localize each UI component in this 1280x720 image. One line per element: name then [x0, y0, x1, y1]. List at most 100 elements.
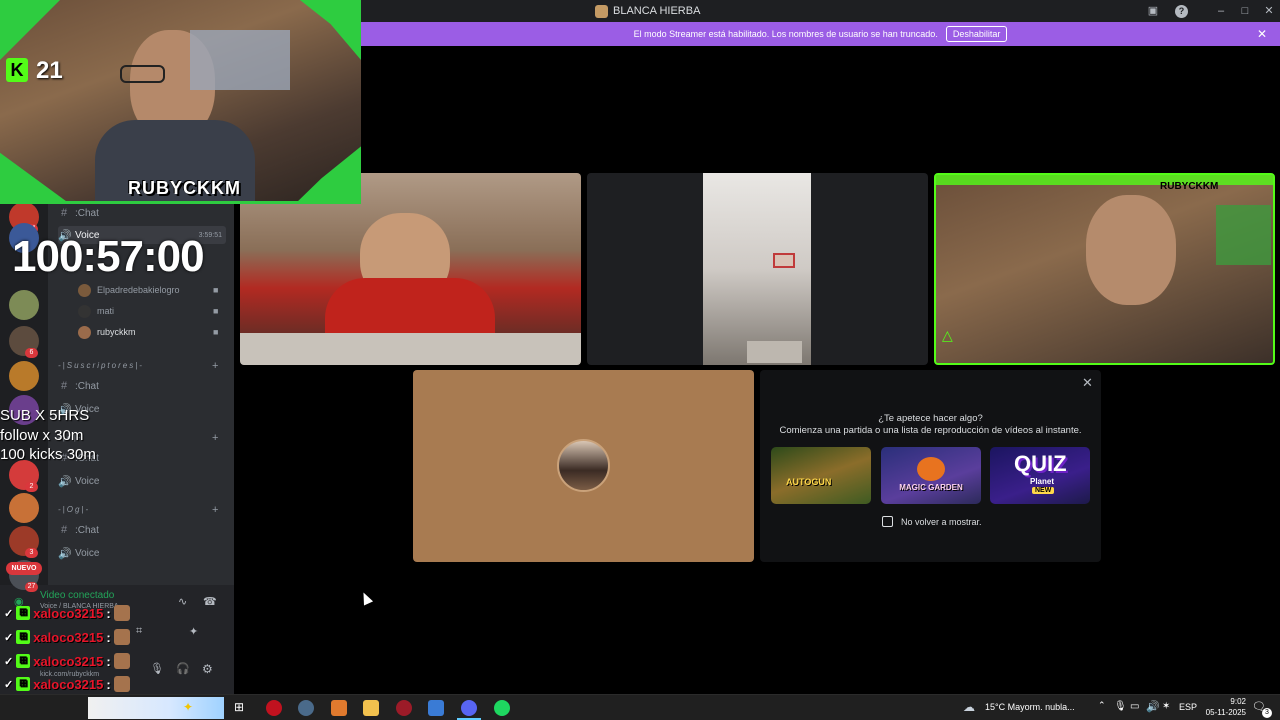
- kick-follower-count: 21: [36, 57, 63, 84]
- overlay-bar: [936, 175, 1273, 185]
- task-view-icon[interactable]: ⊞: [234, 700, 244, 714]
- voice-user[interactable]: Elpadredebakielogro: [78, 281, 180, 299]
- weather-text[interactable]: 15°C Mayorm. nubla...: [985, 702, 1075, 712]
- settings-icon[interactable]: ⚙: [202, 662, 213, 676]
- server-icon[interactable]: [9, 290, 39, 320]
- overlay-triangle-icon: △: [942, 327, 953, 343]
- noise-suppression-icon[interactable]: ∿: [178, 595, 187, 608]
- text-channel-icon: #: [60, 207, 68, 219]
- mouse-cursor-icon: [358, 590, 374, 606]
- notification-count: 3: [1262, 708, 1272, 718]
- game-title: MAGIC GARDEN: [899, 483, 963, 492]
- emote-icon: [113, 605, 130, 621]
- server-icon[interactable]: [9, 361, 39, 391]
- streamer-name-overlay: RUBYCKKM: [128, 178, 241, 198]
- voice-user-name: mati: [97, 306, 115, 316]
- pumpkin-shape: [917, 457, 945, 481]
- chevron-up-icon[interactable]: ⌃: [1098, 700, 1106, 711]
- store-icon[interactable]: [428, 700, 444, 716]
- game-quiz-planet[interactable]: QUIZ Planet NEW: [990, 447, 1090, 504]
- leaf-decoration: [295, 146, 361, 201]
- clock-time[interactable]: 9:02: [1200, 697, 1246, 706]
- volume-icon[interactable]: 🔊: [1146, 700, 1160, 713]
- voice-channel-icon: 🔊: [58, 475, 72, 488]
- voice-user-name: Elpadredebakielogro: [97, 285, 180, 295]
- activity-title: ¿Te apetece hacer algo?: [878, 413, 983, 424]
- channel-voice[interactable]: 🔊 Voice: [58, 472, 99, 490]
- camera-icon: ■: [213, 306, 219, 316]
- channel-chat[interactable]: # :Chat: [58, 377, 99, 395]
- video-tile-self[interactable]: [413, 370, 754, 562]
- new-badge: NUEVO: [6, 562, 42, 575]
- inbox-icon[interactable]: ▣: [1145, 3, 1161, 19]
- obs-icon[interactable]: [298, 700, 314, 716]
- file-explorer-icon[interactable]: [363, 700, 379, 716]
- clock-date[interactable]: 05-11-2025: [1195, 708, 1246, 717]
- app-icon[interactable]: [396, 700, 412, 716]
- notification-badge: 27: [25, 582, 38, 592]
- close-window-button[interactable]: ✕: [1261, 3, 1277, 19]
- game-autogun[interactable]: AUTOGUN: [771, 447, 871, 504]
- add-channel-icon[interactable]: +: [212, 432, 218, 444]
- headphones-icon[interactable]: 🎧: [176, 662, 190, 675]
- glasses-shape: [120, 65, 165, 83]
- goal-line: follow x 30m: [0, 426, 84, 444]
- voice-status-text: Video conectado: [40, 590, 115, 601]
- close-banner-icon[interactable]: ✕: [1257, 27, 1267, 41]
- game-magic-garden[interactable]: MAGIC GARDEN: [881, 447, 981, 504]
- leaf-decoration: [0, 152, 70, 201]
- dont-show-again-checkbox[interactable]: No volver a mostrar.: [882, 516, 982, 527]
- kick-badge-icon: ⊞: [16, 630, 31, 644]
- emote-icon: [113, 629, 130, 645]
- network-icon[interactable]: ▭: [1130, 701, 1139, 712]
- voice-user[interactable]: mati: [78, 302, 114, 320]
- app-icon[interactable]: [331, 700, 347, 716]
- kick-badge-icon: ⊞: [16, 677, 31, 691]
- activity-icon[interactable]: ⌗: [136, 625, 142, 638]
- microphone-icon[interactable]: 🎙: [150, 662, 164, 675]
- plant-shape: [1216, 205, 1271, 265]
- spotify-icon[interactable]: [494, 700, 510, 716]
- chat-message: ✓⊞xaloco3215:: [4, 627, 130, 647]
- webcam-overlay: K 21 RUBYCKKM: [0, 0, 361, 204]
- search-box[interactable]: ✦: [88, 697, 224, 719]
- object-shape: [747, 341, 802, 363]
- category-og[interactable]: -|Og|-: [58, 505, 90, 519]
- notification-badge: 2: [25, 482, 38, 492]
- avatar: [78, 304, 91, 318]
- streamer-mode-banner: El modo Streamer está habilitado. Los no…: [361, 22, 1280, 46]
- minimize-button[interactable]: –: [1213, 3, 1229, 19]
- taskbar: ✦ ⊞ ☁ 15°C Mayorm. nubla... ⌃ 🎙 ▭ 🔊 ✶ ES…: [0, 694, 1280, 720]
- disable-streamer-mode-button[interactable]: Deshabilitar: [945, 26, 1008, 42]
- soundboard-icon[interactable]: ✦: [189, 625, 198, 638]
- close-popup-icon[interactable]: ✕: [1082, 375, 1093, 391]
- help-icon[interactable]: ?: [1175, 5, 1188, 18]
- video-tile-streamer[interactable]: △ RUBYCKKM: [934, 173, 1275, 365]
- maximize-button[interactable]: □: [1237, 3, 1253, 19]
- channel-chat[interactable]: # :Chat: [58, 204, 99, 222]
- add-channel-icon[interactable]: +: [212, 504, 218, 516]
- bluetooth-icon[interactable]: ✶: [1162, 701, 1170, 712]
- channel-voice[interactable]: 🔊 Voice: [58, 544, 99, 562]
- chat-message: ✓⊞xaloco3215:: [4, 603, 130, 623]
- chat-username: xaloco3215: [33, 629, 104, 645]
- notification-badge: 6: [25, 348, 38, 358]
- microphone-tray-icon[interactable]: 🎙: [1114, 701, 1127, 712]
- app-root: BLANCA HIERBA ▣ ? – □ ✕ El modo Streamer…: [0, 0, 1280, 720]
- server-icon[interactable]: [9, 493, 39, 523]
- channel-chat[interactable]: # :Chat: [58, 521, 99, 539]
- server-logo-icon: [595, 4, 608, 18]
- voice-user[interactable]: rubyckkm: [78, 323, 136, 341]
- video-tile-2[interactable]: [587, 173, 928, 365]
- kick-badge-icon: ⊞: [16, 654, 31, 668]
- game-title: QUIZ: [1014, 451, 1067, 476]
- discord-icon[interactable]: [461, 700, 477, 716]
- avatar: [557, 439, 610, 492]
- game-title: AUTOGUN: [786, 477, 832, 487]
- category-suscriptores[interactable]: -|Suscriptores|-: [58, 361, 144, 375]
- add-channel-icon[interactable]: +: [212, 360, 218, 372]
- disconnect-icon[interactable]: ☎: [203, 595, 217, 608]
- chat-separator: :: [106, 605, 111, 621]
- checkbox-box[interactable]: [882, 516, 893, 527]
- opera-icon[interactable]: [266, 700, 282, 716]
